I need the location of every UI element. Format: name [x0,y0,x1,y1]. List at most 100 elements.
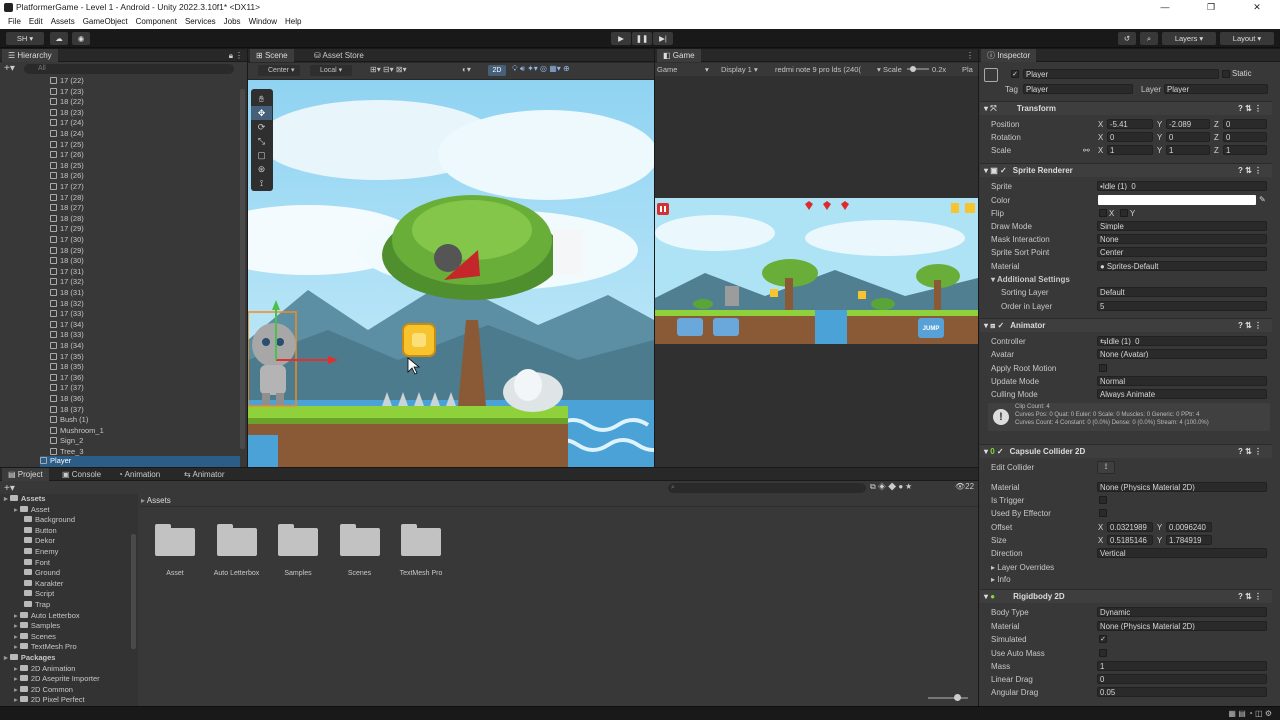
hierarchy-item[interactable]: 17 (32) [50,277,84,288]
space-dropdown[interactable]: Local ▾ [310,65,352,76]
hierarchy-item[interactable]: 18 (26) [50,171,84,182]
project-tree-item[interactable]: Enemy [24,547,58,558]
hierarchy-item[interactable]: 18 (33) [50,330,84,341]
hierarchy-item[interactable]: 18 (25) [50,161,84,172]
static-checkbox[interactable] [1222,70,1230,78]
transform-tool-icon[interactable]: ⊛ [251,162,272,176]
breadcrumb-assets[interactable]: Assets [147,496,171,505]
simulated-checkbox[interactable]: ✓ [1099,635,1107,643]
scale-z[interactable]: 1 [1223,145,1267,155]
project-tree-item[interactable]: ▸ Packages [4,653,55,664]
project-tree-item[interactable]: ▸ 2D Animation [14,664,75,675]
folder-icon[interactable] [155,524,195,556]
hierarchy-item-player[interactable]: Player [40,456,240,467]
project-tree-item[interactable]: ▸ Assets [4,494,45,505]
rotation-y[interactable]: 0 [1166,132,1210,142]
asset-folder-label[interactable]: Scenes [325,570,395,577]
hierarchy-item[interactable]: 18 (27) [50,203,84,214]
used-by-effector-checkbox[interactable] [1099,509,1107,517]
minimize-button[interactable]: — [1142,0,1188,15]
transform-header[interactable]: ▾ ⤧ Transform? ⇅ ⋮ [980,101,1272,115]
project-add-icon[interactable]: +▾ [4,483,15,494]
pause-button[interactable]: ❚❚ [632,32,652,45]
hierarchy-scrollbar[interactable] [240,89,245,449]
mask-interaction-dropdown[interactable]: None [1097,234,1267,244]
capsule-collider-header[interactable]: ▾ 0 ✓ Capsule Collider 2D? ⇅ ⋮ [980,444,1272,458]
update-mode-dropdown[interactable]: Normal [1097,376,1267,386]
hierarchy-item[interactable]: 17 (23) [50,87,84,98]
more-icon[interactable]: ⋮ [235,49,243,62]
project-tree-item[interactable]: ▸ 2D Pixel Perfect [14,695,85,706]
hierarchy-item[interactable]: 18 (24) [50,129,84,140]
project-tree-item[interactable]: ▸ 2D Common [14,685,73,696]
mass-field[interactable]: 1 [1097,661,1267,671]
close-button[interactable]: ✕ [1234,0,1280,15]
draw-mode-dropdown[interactable]: Simple [1097,221,1267,231]
lighting-icon[interactable]: 💡︎ 🔊︎ ✦▾ ◎ ▦▾ ⊕ [512,64,570,74]
project-tree-item[interactable]: Dekor [24,536,55,547]
rotation-x[interactable]: 0 [1107,132,1153,142]
color-swatch[interactable] [1098,195,1256,205]
hierarchy-item[interactable]: 18 (30) [50,256,84,267]
grid-snap-icon[interactable]: ⊞▾ ⊟▾ ⊠▾ [370,65,407,74]
project-tree-scrollbar[interactable] [131,534,136,649]
hierarchy-item[interactable]: 17 (27) [50,182,84,193]
hierarchy-item[interactable]: Sign_2 [50,436,83,447]
tab-console[interactable]: ▣ Console [56,468,107,481]
shading-mode-icon[interactable]: ◐▾ [462,65,471,74]
hierarchy-item[interactable]: 17 (29) [50,224,84,235]
layout-dropdown[interactable]: Layout ▾ [1220,32,1274,45]
hierarchy-item[interactable]: 18 (28) [50,214,84,225]
order-in-layer-field[interactable]: 5 [1097,301,1267,311]
info-foldout[interactable]: ▸ Info [991,575,1011,584]
hierarchy-item[interactable]: 17 (25) [50,140,84,151]
project-tree-item[interactable]: Button [24,526,57,537]
hierarchy-item[interactable]: 18 (34) [50,341,84,352]
project-tree-item[interactable]: Karakter [24,579,63,590]
scale-y[interactable]: 1 [1166,145,1210,155]
project-tree-item[interactable]: Trap [24,600,50,611]
object-name-field[interactable]: Player [1023,69,1219,79]
linear-drag-field[interactable]: 0 [1097,674,1267,684]
hierarchy-item[interactable]: 18 (29) [50,246,84,257]
tab-animation[interactable]: ◔ Animation [112,468,166,481]
menu-window[interactable]: Window [245,15,281,29]
hierarchy-item[interactable]: 17 (34) [50,320,84,331]
rotate-tool-icon[interactable]: ⟳ [251,120,272,134]
filter-icons[interactable]: ⧉ ◈ ◆ ● ★ [870,482,912,492]
hierarchy-item[interactable]: 17 (22) [50,76,84,87]
hidden-packages-count[interactable]: 👁︎22 [955,482,974,491]
active-checkbox[interactable]: ✓ [1011,70,1019,78]
project-tree-item[interactable]: ▸ 2D Aseprite Importer [14,674,100,685]
position-z[interactable]: 0 [1223,119,1267,129]
material-field[interactable]: ● Sprites-Default [1097,261,1267,271]
sprite-renderer-header[interactable]: ▾ ▣ ✓ Sprite Renderer? ⇅ ⋮ [980,163,1272,177]
layer-overrides-foldout[interactable]: ▸ Layer Overrides [991,563,1054,572]
position-y[interactable]: -2.089 [1166,119,1210,129]
tab-animator[interactable]: ⇆ Animator [178,468,231,481]
custom-tool-icon[interactable]: ⟟ [251,176,272,190]
size-y[interactable]: 1.784919 [1166,535,1212,545]
folder-icon[interactable] [339,524,380,556]
rigidbody-material-field[interactable]: None (Physics Material 2D) [1097,621,1267,631]
game-viewport[interactable]: JUMP [655,198,978,344]
hierarchy-item[interactable]: 17 (37) [50,383,84,394]
hierarchy-item[interactable]: 17 (33) [50,309,84,320]
hierarchy-item[interactable]: 18 (37) [50,405,84,416]
sorting-layer-dropdown[interactable]: Default [1097,287,1267,297]
project-tree-item[interactable]: ▸ Asset [14,505,50,516]
edit-collider-button[interactable]: ⟟ [1097,461,1115,474]
hierarchy-item[interactable]: 17 (30) [50,235,84,246]
is-trigger-checkbox[interactable] [1099,496,1107,504]
folder-icon[interactable] [278,524,318,556]
menu-file[interactable]: File [4,15,25,29]
history-icon[interactable]: ↺ [1118,32,1136,45]
hierarchy-search[interactable]: All [24,64,234,74]
rect-tool-icon[interactable]: ▢ [251,148,272,162]
project-tree-item[interactable]: Font [24,558,50,569]
menu-gameobject[interactable]: GameObject [79,15,132,29]
project-tree-item[interactable]: ▸ TextMesh Pro [14,642,77,653]
project-tree-item[interactable]: ▸ Scenes [14,632,56,643]
collider-material-field[interactable]: None (Physics Material 2D) [1097,482,1267,492]
rotation-z[interactable]: 0 [1223,132,1267,142]
